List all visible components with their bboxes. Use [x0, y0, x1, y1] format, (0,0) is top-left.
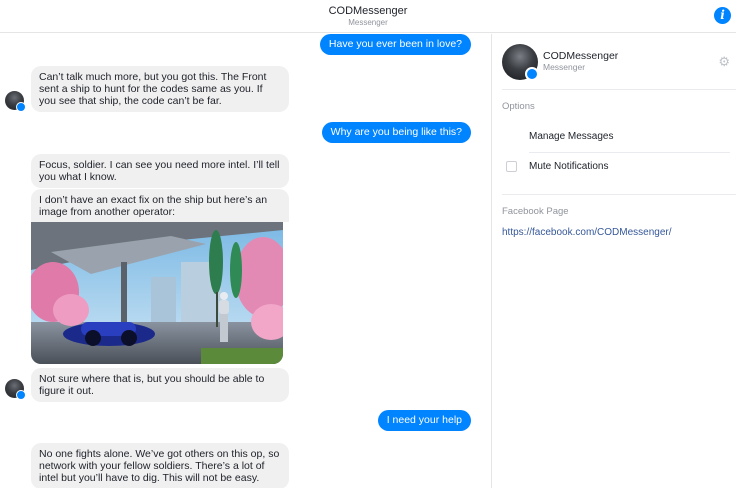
- conversation-details-panel: CODMessenger Messenger ⚙ Options Manage …: [492, 34, 736, 488]
- incoming-message: Not sure where that is, but you should b…: [31, 368, 289, 402]
- avatar: [5, 379, 26, 400]
- mute-notifications-checkbox[interactable]: [506, 161, 517, 172]
- facebook-page-label: Facebook Page: [502, 206, 569, 217]
- profile-name[interactable]: CODMessenger: [543, 50, 618, 62]
- outgoing-message: Have you ever been in love?: [319, 34, 471, 55]
- conversation-header: CODMessenger Messenger i: [0, 0, 736, 33]
- incoming-message: No one fights alone. We’ve got others on…: [31, 443, 289, 488]
- message-image[interactable]: [31, 222, 283, 364]
- divider: [529, 152, 730, 153]
- futuristic-city-photo: [31, 222, 283, 364]
- incoming-message: Can’t talk much more, but you got this. …: [31, 66, 289, 112]
- outgoing-message: I need your help: [377, 410, 471, 431]
- incoming-message: I don’t have an exact fix on the ship bu…: [31, 189, 289, 222]
- profile-avatar[interactable]: [502, 44, 539, 81]
- mute-notifications-option[interactable]: Mute Notifications: [529, 161, 608, 172]
- conversation-title: CODMessenger: [328, 5, 408, 17]
- manage-messages-option[interactable]: Manage Messages: [529, 131, 614, 142]
- message-list[interactable]: Have you ever been in love? Can’t talk m…: [0, 34, 491, 488]
- info-icon[interactable]: i: [714, 7, 731, 24]
- avatar: [5, 91, 26, 112]
- outgoing-message: Why are you being like this?: [321, 122, 471, 143]
- gear-icon[interactable]: ⚙: [718, 54, 730, 70]
- options-label: Options: [502, 101, 535, 112]
- incoming-message: Focus, soldier. I can see you need more …: [31, 154, 289, 188]
- divider: [502, 194, 736, 195]
- facebook-page-link[interactable]: https://facebook.com/CODMessenger/: [502, 227, 672, 238]
- conversation-subtitle: Messenger: [348, 18, 388, 27]
- divider: [502, 89, 736, 90]
- profile-subtitle: Messenger: [543, 62, 586, 72]
